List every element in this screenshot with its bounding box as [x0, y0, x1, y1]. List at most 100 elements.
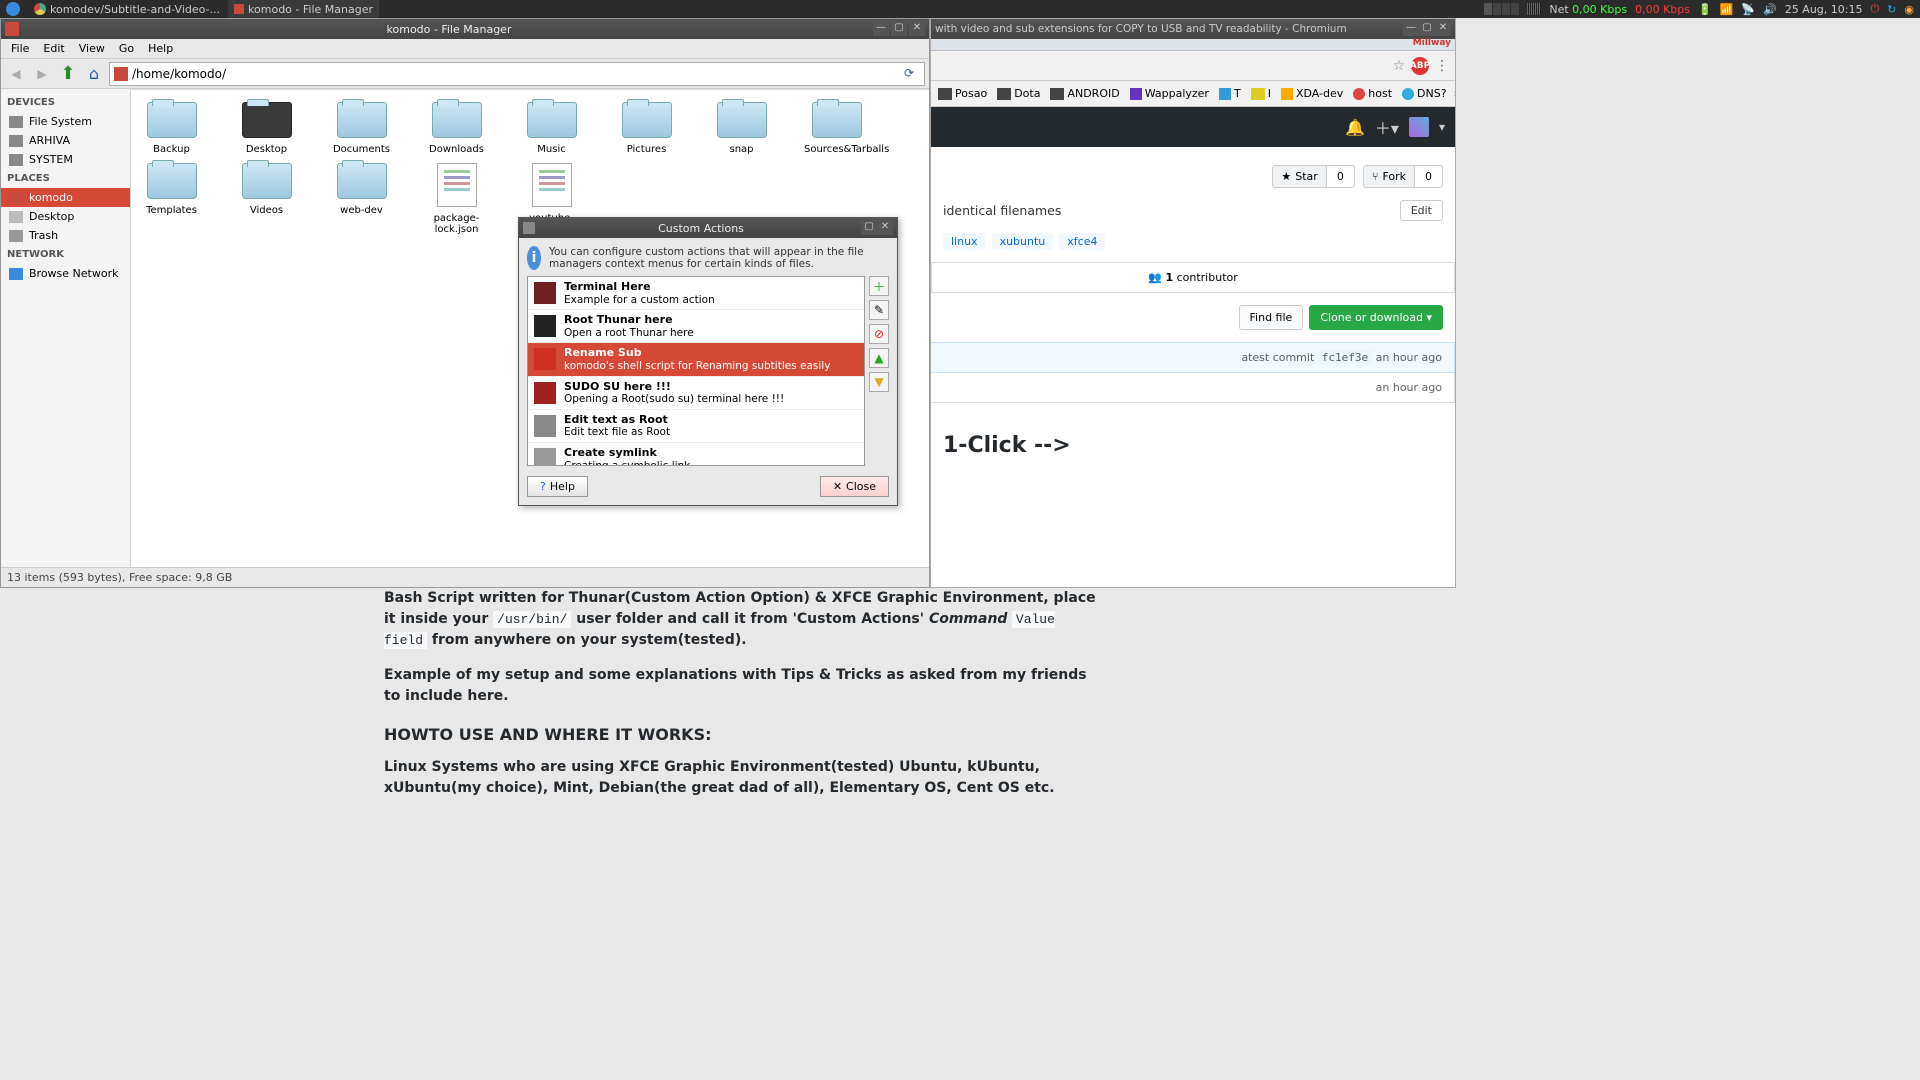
sidebar-arhiva[interactable]: ARHIVA [1, 131, 130, 150]
bookmarks-overflow[interactable]: » [1454, 87, 1455, 100]
menu-go[interactable]: Go [113, 40, 140, 57]
action-rename-sub[interactable]: Rename Subkomodo's shell script for Rena… [528, 343, 864, 376]
back-button[interactable]: ◀ [5, 63, 27, 85]
bm-host[interactable]: host [1350, 87, 1395, 100]
action-sudo-su[interactable]: SUDO SU here !!!Opening a Root(sudo su) … [528, 377, 864, 410]
bm-dns[interactable]: DNS? [1399, 87, 1450, 100]
forward-button[interactable]: ▶ [31, 63, 53, 85]
folder-webdev[interactable]: web-dev [329, 163, 394, 235]
update-icon[interactable]: ↻ [1887, 3, 1896, 16]
up-button[interactable]: ⬆ [57, 63, 79, 85]
clone-button[interactable]: Clone or download ▾ [1309, 305, 1443, 330]
volume-icon[interactable]: 🔊 [1763, 3, 1777, 16]
adblock-icon[interactable]: ABP [1411, 57, 1429, 75]
sidebar-trash[interactable]: Trash [1, 226, 130, 245]
file-icon [437, 163, 477, 207]
sidebar-browse-network[interactable]: Browse Network [1, 264, 130, 283]
menu-view[interactable]: View [73, 40, 111, 57]
taskbar-filemanager[interactable]: komodo - File Manager [228, 0, 379, 18]
clock[interactable]: 25 Aug, 10:15 [1785, 3, 1863, 16]
move-up-button[interactable]: ▲ [869, 348, 889, 368]
address-bar[interactable]: /home/komodo/ ⟳ [109, 62, 925, 86]
close-button[interactable]: ✕ [909, 22, 925, 36]
add-action-button[interactable]: ＋ [869, 276, 889, 296]
workspace-switcher[interactable] [1484, 3, 1519, 15]
edit-action-button[interactable]: ✎ [869, 300, 889, 320]
minimize-button[interactable]: ▢ [861, 221, 877, 235]
bm-android[interactable]: ANDROID [1047, 87, 1122, 100]
fork-button[interactable]: ⑂Fork0 [1363, 165, 1443, 188]
folder-desktop[interactable]: Desktop [234, 102, 299, 155]
cpu-graph-icon[interactable] [1527, 3, 1541, 15]
bm-xda[interactable]: XDA-dev [1278, 87, 1346, 100]
indicator-icon[interactable]: 📶 [1720, 3, 1734, 16]
session-icon[interactable]: ◉ [1904, 3, 1914, 16]
sidebar-system[interactable]: SYSTEM [1, 150, 130, 169]
minimize-button[interactable]: — [873, 22, 889, 36]
action-create-symlink[interactable]: Create symlinkCreating a symbolic link [528, 443, 864, 466]
action-edit-root[interactable]: Edit text as RootEdit text file as Root [528, 410, 864, 443]
bell-icon[interactable]: 🔔 [1345, 118, 1365, 137]
action-root-thunar[interactable]: Root Thunar hereOpen a root Thunar here [528, 310, 864, 343]
file-row-time[interactable]: an hour ago [931, 373, 1455, 403]
star-button[interactable]: ★Star0 [1272, 165, 1354, 188]
bm-posao[interactable]: Posao [935, 87, 990, 100]
refresh-icon[interactable]: ⟳ [904, 66, 920, 82]
tag-xubuntu[interactable]: xubuntu [992, 233, 1054, 250]
bm-wappalyzer[interactable]: Wappalyzer [1127, 87, 1212, 100]
chrome-titlebar[interactable]: with video and sub extensions for COPY t… [931, 19, 1455, 39]
bm-i[interactable]: I [1248, 87, 1274, 100]
folder-sources[interactable]: Sources&Tarballs [804, 102, 869, 155]
folder-music[interactable]: Music [519, 102, 584, 155]
find-file-button[interactable]: Find file [1239, 305, 1304, 330]
tag-linux[interactable]: linux [943, 233, 986, 250]
menu-file[interactable]: File [5, 40, 35, 57]
bm-dota[interactable]: Dota [994, 87, 1043, 100]
menu-edit[interactable]: Edit [37, 40, 70, 57]
taskbar-chromium[interactable]: komodev/Subtitle-and-Video-... [28, 0, 226, 18]
minimize-button[interactable]: — [1403, 22, 1419, 36]
delete-action-button[interactable]: ⊘ [869, 324, 889, 344]
chrome-menu-icon[interactable]: ⋮ [1435, 58, 1449, 74]
folder-downloads[interactable]: Downloads [424, 102, 489, 155]
power-icon[interactable]: ⏻ [1870, 2, 1879, 16]
github-page[interactable]: 🔔 ＋▾ ▾ ★Star0 ⑂Fork0 identical filenames… [931, 107, 1455, 587]
close-button[interactable]: ✕ [1435, 22, 1451, 36]
maximize-button[interactable]: ▢ [891, 22, 907, 36]
actions-list[interactable]: Terminal HereExample for a custom action… [527, 276, 865, 466]
avatar[interactable] [1409, 117, 1429, 137]
battery-icon[interactable]: 🔋 [1698, 3, 1712, 16]
chrome-tabbar[interactable]: Millway [931, 39, 1455, 51]
folder-videos[interactable]: Videos [234, 163, 299, 235]
plus-icon[interactable]: ＋▾ [1375, 115, 1399, 139]
contributors-stat[interactable]: 👥 1 contributor [931, 263, 1454, 292]
folder-templates[interactable]: Templates [139, 163, 204, 235]
menu-help[interactable]: Help [142, 40, 179, 57]
readme-p3: Linux Systems who are using XFCE Graphic… [384, 757, 1104, 799]
latest-commit[interactable]: atest commit fc1ef3e an hour ago [931, 342, 1455, 373]
close-dialog-button[interactable]: ✕Close [820, 476, 889, 497]
dialog-titlebar[interactable]: Custom Actions ▢ ✕ [519, 218, 897, 238]
fm-titlebar[interactable]: komodo - File Manager — ▢ ✕ [1, 19, 929, 39]
home-button[interactable]: ⌂ [83, 63, 105, 85]
folder-pictures[interactable]: Pictures [614, 102, 679, 155]
folder-documents[interactable]: Documents [329, 102, 394, 155]
action-terminal-here[interactable]: Terminal HereExample for a custom action [528, 277, 864, 310]
close-button[interactable]: ✕ [877, 221, 893, 235]
sidebar-komodo[interactable]: komodo [1, 188, 130, 207]
edit-button[interactable]: Edit [1400, 200, 1443, 221]
help-button[interactable]: ?Help [527, 476, 588, 497]
file-package-lock[interactable]: package-lock.json [424, 163, 489, 235]
folder-snap[interactable]: snap [709, 102, 774, 155]
sidebar-desktop[interactable]: Desktop [1, 207, 130, 226]
dialog-info-text: You can configure custom actions that wi… [549, 246, 889, 270]
move-down-button[interactable]: ▼ [869, 372, 889, 392]
bm-t[interactable]: T [1216, 87, 1244, 100]
sidebar-filesystem[interactable]: File System [1, 112, 130, 131]
xfce-menu-button[interactable] [0, 0, 26, 18]
tag-xfce4[interactable]: xfce4 [1059, 233, 1105, 250]
wifi-icon[interactable]: 📡 [1741, 3, 1755, 16]
bookmark-star-icon[interactable]: ☆ [1392, 58, 1405, 74]
folder-backup[interactable]: Backup [139, 102, 204, 155]
maximize-button[interactable]: ▢ [1419, 22, 1435, 36]
